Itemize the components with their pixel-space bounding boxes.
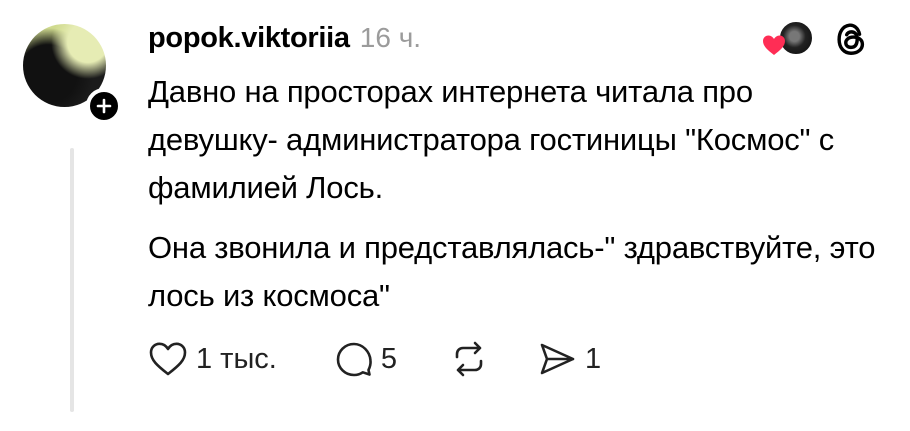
action-bar: 1 тыс. 5 1 <box>148 336 601 382</box>
heart-outline-icon <box>149 342 187 376</box>
post-header: popok.viktoriia 16 ч. <box>148 22 421 58</box>
post-paragraph: Давно на просторах интернета читала про … <box>148 74 835 205</box>
threads-logo-icon[interactable] <box>832 20 870 58</box>
share-button[interactable]: 1 <box>537 341 601 377</box>
like-button[interactable]: 1 тыс. <box>148 341 277 377</box>
thread-line <box>70 148 74 412</box>
post-time: 16 ч. <box>359 22 422 53</box>
repost-arrows-icon <box>455 341 483 377</box>
comment-count: 5 <box>380 342 398 375</box>
send-icon <box>540 343 575 375</box>
speech-bubble-icon <box>336 342 372 377</box>
plus-icon <box>96 98 112 114</box>
like-count: 1 тыс. <box>196 342 277 375</box>
share-count: 1 <box>585 342 602 375</box>
post-paragraph: Она звонила и представлялась-" здравству… <box>148 230 876 313</box>
username[interactable]: popok.viktoriia <box>148 22 350 55</box>
comment-button[interactable]: 5 <box>335 340 397 378</box>
liked-by-indicator[interactable] <box>760 18 820 58</box>
follow-button[interactable] <box>86 88 122 124</box>
repost-button[interactable] <box>449 340 497 378</box>
red-heart-icon <box>763 35 785 55</box>
post-text: Давно на просторах интернета читала про … <box>148 68 888 320</box>
